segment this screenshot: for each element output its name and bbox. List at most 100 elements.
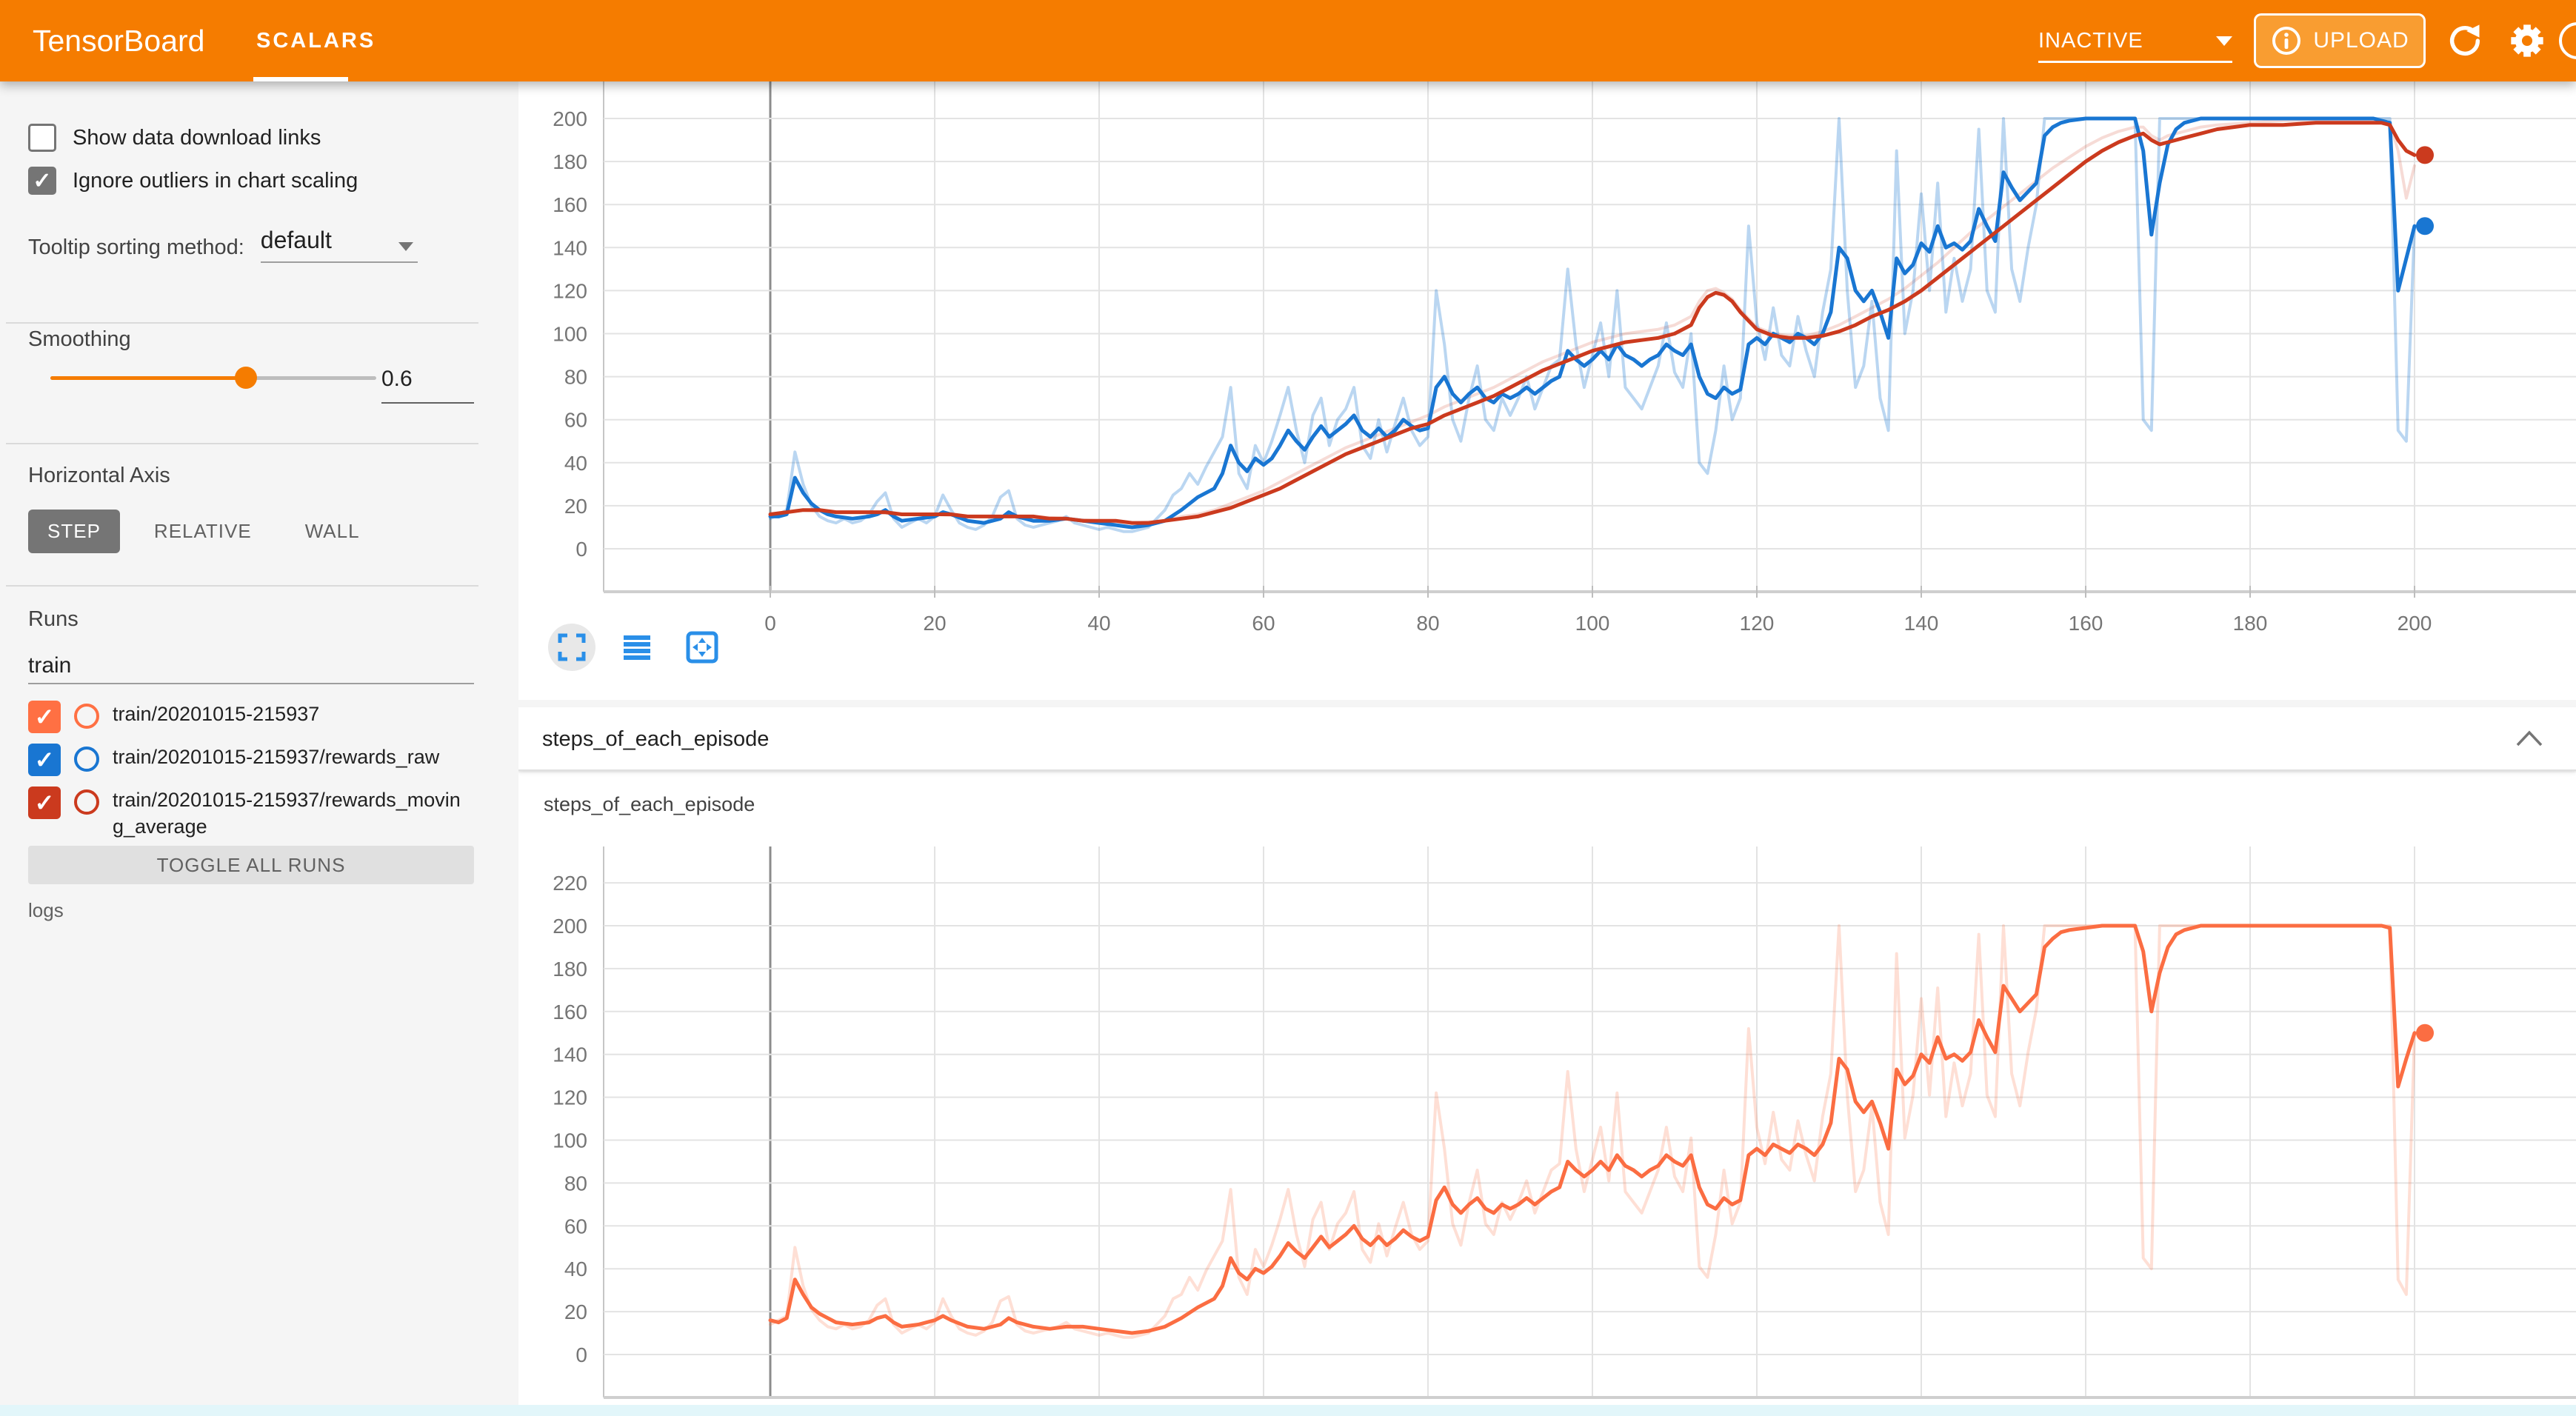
svg-text:0: 0 [575, 538, 587, 561]
svg-text:120: 120 [553, 279, 587, 302]
run-label: train/20201015-215937/rewards_moving_ave… [113, 787, 468, 840]
svg-text:60: 60 [564, 1215, 587, 1238]
run-color-circle [74, 704, 99, 729]
checkbox-label: Ignore outliers in chart scaling [73, 169, 358, 193]
chevron-down-icon [2216, 36, 2232, 46]
toggle-all-runs-button[interactable]: TOGGLE ALL RUNS [28, 846, 474, 884]
svg-text:160: 160 [553, 193, 587, 216]
svg-text:0: 0 [575, 1343, 587, 1366]
bottom-scroll-strip[interactable] [0, 1405, 2576, 1416]
svg-text:80: 80 [564, 366, 587, 389]
run-checkbox[interactable]: ✓ [28, 744, 61, 776]
steps-chart[interactable]: 0 20 40 60 80 100 120 140 160 180 200 220 [518, 772, 2576, 1405]
svg-text:100: 100 [1575, 612, 1610, 635]
smoothing-value-input[interactable]: 0.6 [381, 367, 474, 404]
chevron-down-icon [398, 242, 413, 251]
svg-text:120: 120 [1740, 612, 1775, 635]
svg-text:140: 140 [553, 1043, 587, 1066]
steps-chart-card: steps_of_each_episode 020406080100120140… [518, 772, 2576, 1405]
svg-text:100: 100 [553, 1129, 587, 1152]
run-row[interactable]: ✓ train/20201015-215937/rewards_raw [28, 744, 468, 776]
run-row[interactable]: ✓ train/20201015-215937/rewards_moving_a… [28, 787, 468, 840]
chart-toolbar [548, 624, 726, 671]
axis-option-step[interactable]: STEP [28, 510, 120, 553]
slider-knob[interactable] [235, 367, 257, 389]
checkbox-icon: ✓ [28, 167, 56, 195]
axis-option-relative[interactable]: RELATIVE [135, 510, 271, 553]
upload-button[interactable]: UPLOAD [2254, 13, 2426, 68]
svg-text:200: 200 [553, 107, 587, 130]
run-color-circle [74, 789, 99, 815]
tooltip-sorting-select[interactable]: default [261, 227, 418, 263]
svg-text:20: 20 [564, 495, 587, 518]
gear-icon[interactable] [2508, 0, 2546, 81]
divider [6, 322, 478, 324]
checkbox-icon [28, 124, 56, 152]
refresh-icon[interactable] [2446, 0, 2484, 81]
run-label: train/20201015-215937 [113, 701, 468, 727]
run-row[interactable]: ✓ train/20201015-215937 [28, 701, 468, 733]
info-icon [2270, 24, 2303, 57]
checkbox-label: Show data download links [73, 126, 321, 150]
run-label: train/20201015-215937/rewards_raw [113, 744, 468, 770]
svg-text:220: 220 [553, 872, 587, 895]
svg-text:140: 140 [553, 236, 587, 259]
rewards-chart-card: 0 20 40 60 80 100 120 140 160 180 200 0 20 40 60 80 100 1… [518, 81, 2576, 700]
section-header[interactable]: steps_of_each_episode [518, 707, 2576, 771]
smoothing-label: Smoothing [28, 327, 131, 352]
svg-text:120: 120 [553, 1086, 587, 1109]
section-title: steps_of_each_episode [542, 707, 769, 771]
help-icon[interactable] [2557, 0, 2576, 81]
checkbox-ignore-outliers[interactable]: ✓ Ignore outliers in chart scaling [28, 164, 358, 197]
fit-domain-icon[interactable] [678, 624, 726, 671]
checkbox-show-download-links[interactable]: Show data download links [28, 121, 321, 154]
settings-sidebar: Show data download links ✓ Ignore outlie… [0, 81, 518, 1405]
smoothing-value: 0.6 [381, 367, 413, 391]
svg-text:0: 0 [764, 612, 776, 635]
log-scale-icon[interactable] [613, 624, 661, 671]
svg-text:20: 20 [564, 1300, 587, 1323]
svg-text:20: 20 [923, 612, 946, 635]
svg-text:40: 40 [1087, 612, 1110, 635]
run-color-circle [74, 747, 99, 772]
collapse-chevron-icon[interactable] [2515, 729, 2543, 751]
svg-text:100: 100 [553, 323, 587, 346]
axis-option-wall[interactable]: WALL [286, 510, 379, 553]
expand-card-icon[interactable] [548, 624, 595, 671]
divider [6, 585, 478, 587]
status-label: INACTIVE [2038, 29, 2143, 53]
svg-text:180: 180 [553, 150, 587, 173]
svg-text:160: 160 [553, 1001, 587, 1023]
divider [6, 443, 478, 444]
tab-scalars[interactable]: SCALARS [256, 0, 376, 81]
svg-text:40: 40 [564, 452, 587, 475]
svg-text:180: 180 [553, 958, 587, 981]
run-checkbox[interactable]: ✓ [28, 787, 61, 819]
rewards-chart[interactable]: 0 20 40 60 80 100 120 140 160 180 200 0 20 40 60 80 100 1… [518, 81, 2576, 700]
logs-label: logs [28, 899, 64, 922]
svg-text:140: 140 [1904, 612, 1939, 635]
svg-text:60: 60 [1252, 612, 1275, 635]
svg-text:40: 40 [564, 1258, 587, 1280]
runs-filter-input[interactable]: train [28, 653, 71, 678]
svg-text:80: 80 [564, 1172, 587, 1195]
upload-label: UPLOAD [2313, 28, 2409, 53]
slider-fill [50, 376, 246, 380]
svg-text:180: 180 [2233, 612, 2268, 635]
svg-text:200: 200 [2398, 612, 2432, 635]
svg-text:80: 80 [1416, 612, 1439, 635]
tab-active-underline [253, 77, 348, 81]
status-underline [2038, 61, 2232, 63]
svg-text:200: 200 [553, 915, 587, 938]
svg-text:60: 60 [564, 409, 587, 432]
tooltip-sorting-value: default [261, 227, 332, 253]
runs-label: Runs [28, 607, 79, 632]
horizontal-axis-label: Horizontal Axis [28, 464, 170, 488]
runs-filter-underline [28, 683, 474, 684]
tooltip-sorting-label: Tooltip sorting method: [28, 236, 244, 263]
svg-text:160: 160 [2069, 612, 2103, 635]
status-dropdown[interactable]: INACTIVE [2038, 0, 2232, 81]
app-header: TensorBoard SCALARS INACTIVE UPLOAD [0, 0, 2576, 81]
run-checkbox[interactable]: ✓ [28, 701, 61, 733]
smoothing-slider[interactable] [50, 376, 376, 380]
